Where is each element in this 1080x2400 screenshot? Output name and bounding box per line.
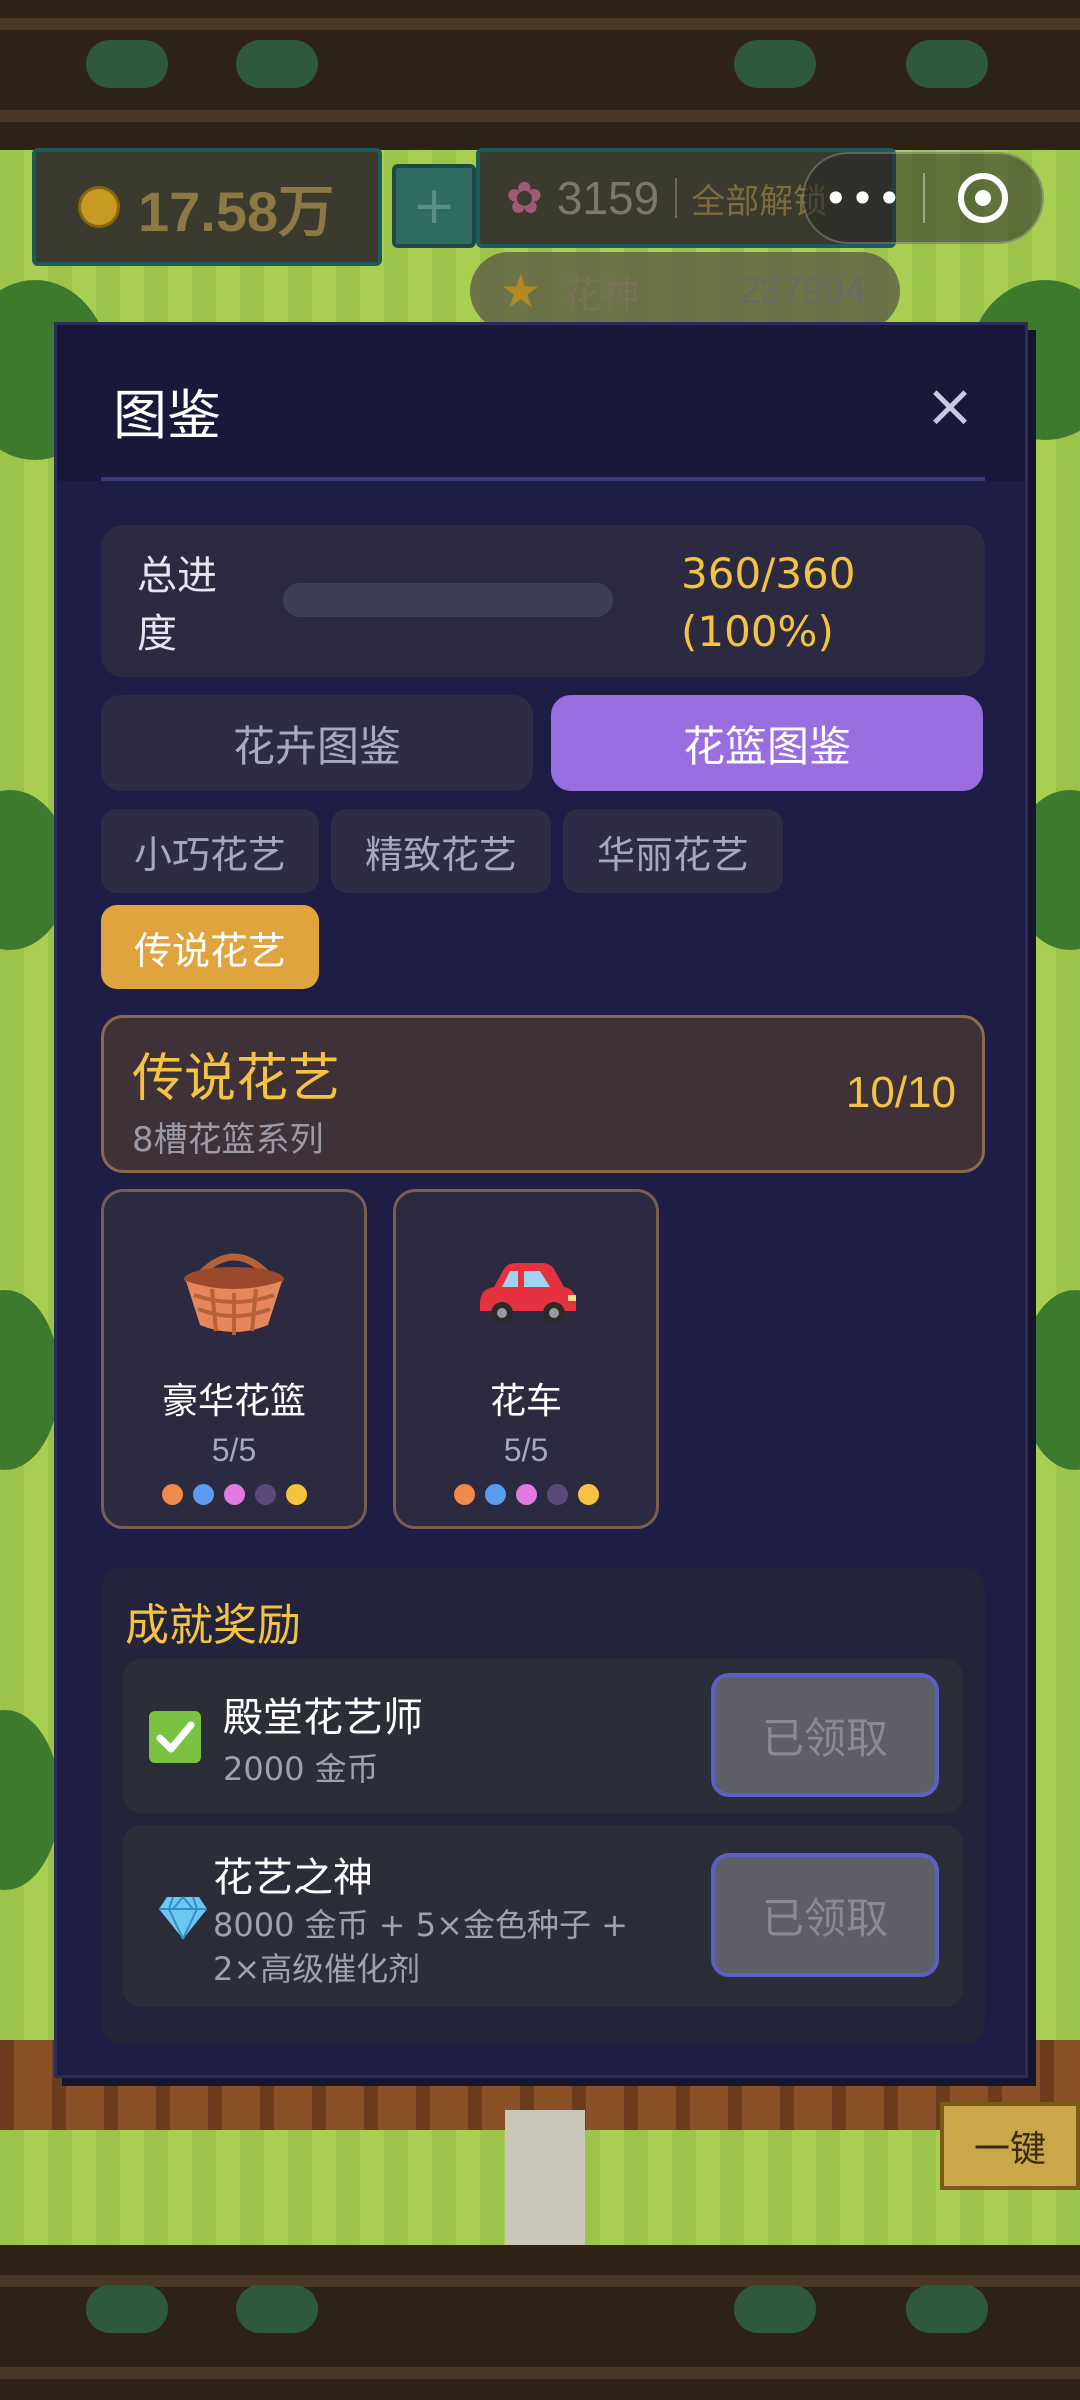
quality-dot <box>285 1484 307 1505</box>
diamond-icon <box>157 1895 209 1945</box>
add-coins-button[interactable]: + <box>392 164 476 248</box>
achievement-rewards: 成就奖励 殿堂花艺师 2000 金币 已领取 花艺之神 8000 金币 + 5×… <box>101 1567 985 2045</box>
scene-pot <box>86 2285 168 2333</box>
reward-name: 花艺之神 <box>213 1855 373 1901</box>
rewards-title: 成就奖励 <box>125 1600 301 1651</box>
quality-dot <box>192 1484 214 1505</box>
item-name: 花车 <box>489 1381 562 1422</box>
close-miniprogram-button[interactable] <box>925 173 1042 223</box>
modal-title: 图鉴 <box>113 384 221 447</box>
category-small[interactable]: 小巧花艺 <box>101 809 319 893</box>
top-scene-band <box>0 0 1080 150</box>
tab-basket-collection[interactable]: 花篮图鉴 <box>551 695 983 791</box>
check-icon <box>149 1711 201 1763</box>
progress-fill <box>283 583 613 617</box>
quality-dot <box>515 1484 537 1505</box>
item-name: 豪华花篮 <box>161 1381 306 1422</box>
bottom-scene-band <box>0 2245 1080 2400</box>
god-score: 237994 <box>739 269 867 312</box>
basket-icon <box>104 1236 364 1346</box>
car-icon <box>396 1236 656 1346</box>
collection-modal: 图鉴 × 总进度 360/360 (100%) 花卉图鉴 花篮图鉴 小巧花艺 精… <box>54 322 1028 2078</box>
scene-pot <box>86 40 168 88</box>
reward-name: 殿堂花艺师 <box>223 1695 423 1741</box>
scene-pot <box>906 40 988 88</box>
scene-pot <box>236 2285 318 2333</box>
coin-counter: 17.58万 <box>32 148 382 266</box>
scene-pot <box>734 2285 816 2333</box>
item-count: 5/5 <box>211 1432 257 1468</box>
claimed-button[interactable]: 已领取 <box>711 1853 939 1977</box>
collection-item[interactable]: 花车 5/5 <box>393 1189 659 1529</box>
flower-icon: ✿ <box>506 172 543 224</box>
coin-icon <box>78 186 120 228</box>
scene-pot <box>734 40 816 88</box>
modal-header: 图鉴 × <box>57 325 1025 481</box>
tab-flower-collection[interactable]: 花卉图鉴 <box>101 695 533 791</box>
mini-program-capsule: ••• <box>802 152 1044 244</box>
category-legend[interactable]: 传说花艺 <box>101 905 319 989</box>
scene-pot <box>906 2285 988 2333</box>
quality-dot <box>484 1484 506 1505</box>
category-delicate[interactable]: 精致花艺 <box>331 809 551 893</box>
god-title: 花神 <box>563 272 640 317</box>
quality-dots <box>396 1484 656 1505</box>
progress-value: 360/360 (100%) <box>681 549 856 656</box>
flower-value: 3159 <box>556 172 660 224</box>
reward-desc: 8000 金币 + 5×金色种子 + 2×高级催化剂 <box>213 1906 628 1988</box>
scene-pot <box>236 40 318 88</box>
reward-row: 花艺之神 8000 金币 + 5×金色种子 + 2×高级催化剂 已领取 <box>123 1825 963 2007</box>
target-icon <box>958 173 1009 223</box>
progress-label: 总进度 <box>137 553 217 657</box>
item-count: 5/5 <box>503 1432 549 1468</box>
collection-item[interactable]: 豪华花篮 5/5 <box>101 1189 367 1529</box>
quality-dots <box>104 1484 364 1505</box>
category-gorgeous[interactable]: 华丽花艺 <box>563 809 783 893</box>
claimed-button[interactable]: 已领取 <box>711 1673 939 1797</box>
series-header: 传说花艺 8槽花篮系列 10/10 <box>101 1015 985 1173</box>
series-subtitle: 8槽花篮系列 <box>132 1120 324 1160</box>
reward-desc: 2000 金币 <box>223 1750 379 1788</box>
quality-dot <box>453 1484 475 1505</box>
reward-row: 殿堂花艺师 2000 金币 已领取 <box>123 1659 963 1813</box>
quality-dot <box>546 1484 568 1505</box>
more-menu-button[interactable]: ••• <box>804 174 923 223</box>
quality-dot <box>223 1484 245 1505</box>
total-progress-card: 总进度 360/360 (100%) <box>101 525 985 677</box>
series-name: 传说花艺 <box>132 1049 341 1109</box>
close-button[interactable]: × <box>913 369 987 443</box>
star-icon: ★ <box>500 264 542 318</box>
quality-dot <box>254 1484 276 1505</box>
quality-dot <box>161 1484 183 1505</box>
progress-bar <box>283 583 613 617</box>
series-count: 10/10 <box>845 1068 956 1117</box>
one-click-button[interactable]: 一键 <box>940 2102 1080 2190</box>
coin-value: 17.58万 <box>138 179 335 243</box>
quality-dot <box>577 1484 599 1505</box>
flower-god-banner: ★ 花神 237994 <box>470 252 900 330</box>
